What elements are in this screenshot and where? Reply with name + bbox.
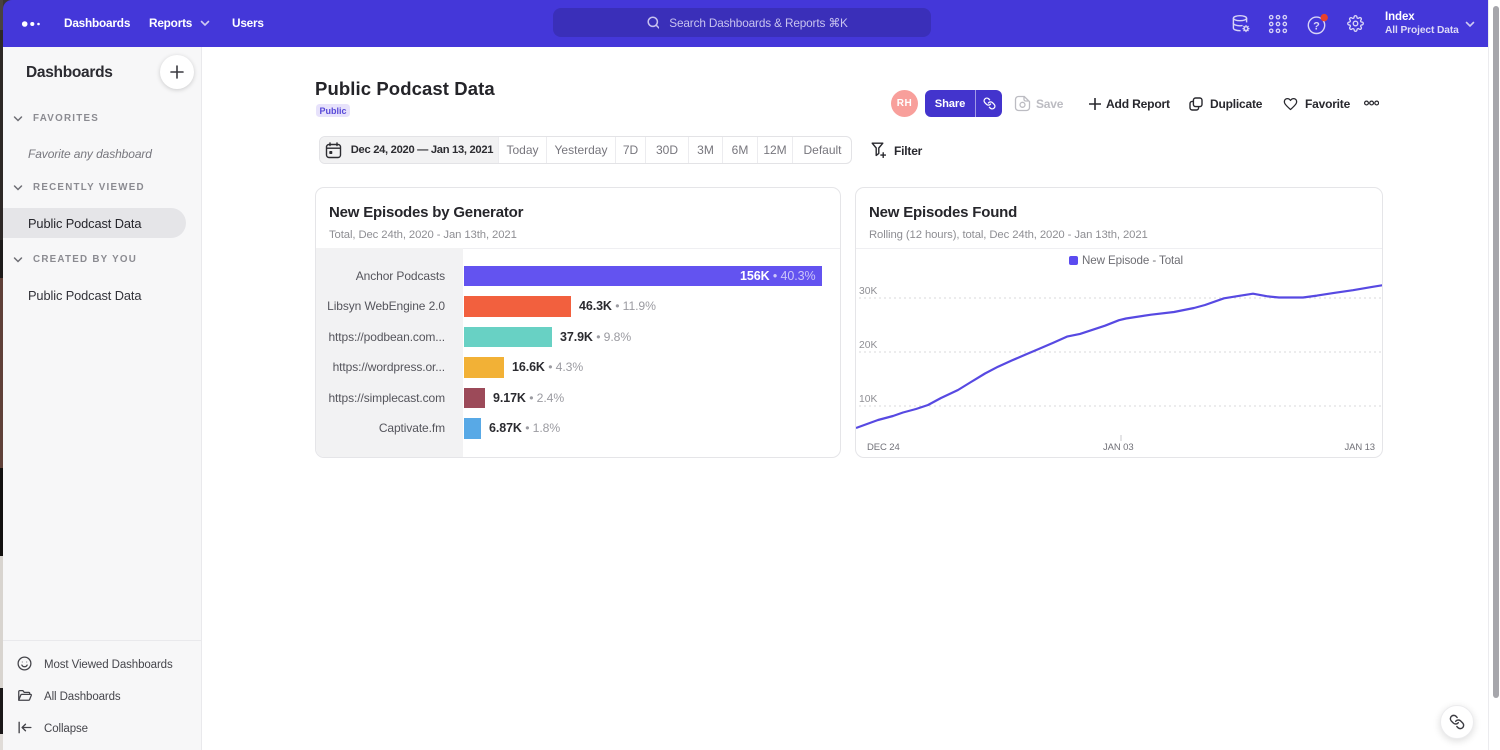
svg-text:?: ? (1313, 20, 1320, 32)
